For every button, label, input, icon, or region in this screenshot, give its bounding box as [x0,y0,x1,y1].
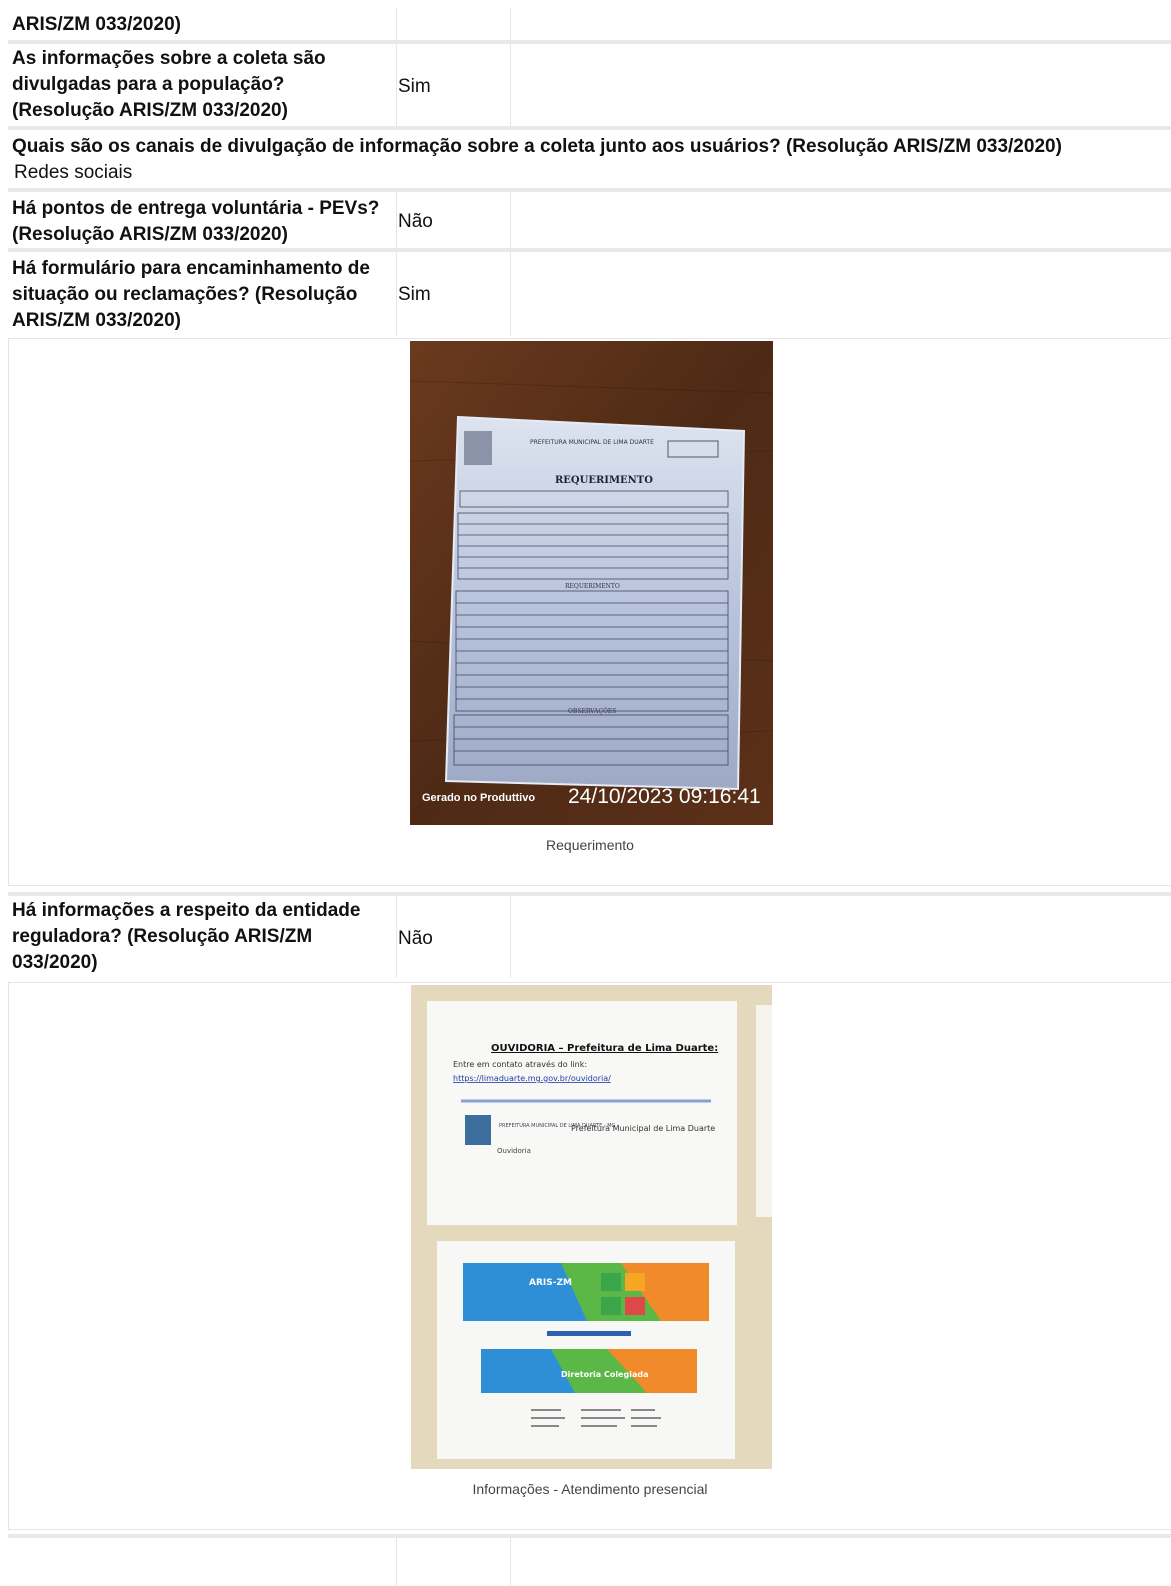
table-row: Há informações a respeito da entidade re… [8,892,1171,978]
screen-banner: Diretoria Colegiada [561,1370,648,1379]
poster-site-name: Prefeitura Municipal de Lima Duarte [571,1124,715,1133]
question-text: Há informações a respeito da entidade re… [12,900,361,973]
form-section: REQUERIMENTO [565,583,620,590]
watermark-text: Gerado no Produttivo [422,792,535,804]
answer-text: Sim [398,284,431,305]
question-text: ARIS/ZM 033/2020) [12,14,181,35]
answer-text: Redes sociais [14,162,133,183]
answer-text: Sim [398,76,431,97]
photo-panel: PREFEITURA MUNICIPAL DE LIMA DUARTE REQU… [8,338,1171,886]
form-header: PREFEITURA MUNICIPAL DE LIMA DUARTE [530,439,654,446]
photo-caption: Informações - Atendimento presencial [472,1481,708,1497]
poster-link: https://limaduarte.mg.gov.br/ouvidoria/ [453,1074,611,1083]
atendimento-photo: OUVIDORIA – Prefeitura de Lima Duarte: E… [411,985,772,1469]
photo-panel: OUVIDORIA – Prefeitura de Lima Duarte: E… [8,982,1171,1530]
screen-brand: ARIS-ZM [529,1278,572,1288]
table-row: Quais são os canais de divulgação de inf… [8,126,1171,188]
poster-title: OUVIDORIA – Prefeitura de Lima Duarte: [491,1043,718,1054]
photo-caption: Requerimento [546,837,634,853]
table-row: Há pontos de entrega voluntária - PEVs? … [8,188,1171,248]
table-row: Há formulário para encaminhamento de sit… [8,248,1171,336]
poster-section: Ouvidoria [497,1147,531,1155]
table-row: ARIS/ZM 033/2020) [8,8,1171,40]
question-text: Quais são os canais de divulgação de inf… [12,136,1062,157]
question-text: Há formulário para encaminhamento de sit… [12,258,370,331]
table-row: As informações sobre a coleta são divulg… [8,40,1171,126]
form-title: REQUERIMENTO [555,475,653,486]
requerimento-photo: PREFEITURA MUNICIPAL DE LIMA DUARTE REQU… [410,341,773,825]
poster-line: Entre em contato através do link: [453,1059,587,1069]
question-text: Há pontos de entrega voluntária - PEVs? … [12,198,380,245]
answer-text: Não [398,211,433,232]
answer-text: Não [398,928,433,949]
table-row [8,1534,1171,1586]
form-obs: OBSERVAÇÕES [568,707,616,715]
question-text: As informações sobre a coleta são divulg… [12,48,326,121]
timestamp-text: 24/10/2023 09:16:41 [568,785,761,808]
